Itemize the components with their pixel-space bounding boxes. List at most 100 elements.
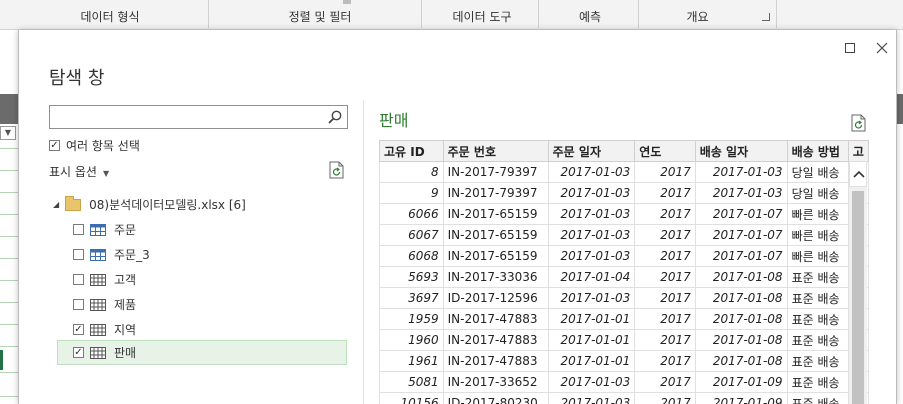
table-row: 3697 ID-2017-12596 2017-01-03 2017 2017-01-0…	[379, 287, 869, 309]
table-cell: 2017	[634, 392, 696, 404]
table-cell: 빠른 배송	[786, 245, 849, 267]
table-cell: 2017-01-08	[694, 350, 788, 372]
table-cell: 2017-01-04	[547, 266, 636, 288]
vertical-scrollbar[interactable]	[849, 161, 867, 404]
tree-item-products[interactable]: 제품	[73, 292, 351, 317]
tree-item-orders-3[interactable]: 주문_3	[73, 242, 351, 267]
scroll-up-button[interactable]	[849, 161, 867, 187]
table-cell: 2017-01-01	[547, 350, 636, 372]
sheet-background-left: ▼	[0, 30, 18, 404]
table-cell: 2017-01-03	[547, 287, 636, 309]
refresh-preview-icon[interactable]	[851, 114, 867, 132]
table-cell: 10156	[379, 392, 444, 404]
pane-divider[interactable]	[363, 100, 364, 404]
item-checkbox[interactable]	[73, 324, 84, 335]
refresh-icon[interactable]	[329, 161, 345, 179]
table-cell: 2017-01-08	[694, 308, 788, 330]
table-cell: 빠른 배송	[786, 224, 849, 246]
table-cell: IN-2017-33036	[442, 266, 549, 288]
table-cell: 2017	[634, 182, 696, 204]
ribbon-separator	[538, 0, 539, 28]
table-cell: IN-2017-33652	[442, 371, 549, 393]
column-header[interactable]: 배송 방법	[786, 140, 849, 162]
scroll-thumb[interactable]	[852, 191, 864, 404]
table-cell: 2017-01-07	[694, 224, 788, 246]
table-row: 6066 IN-2017-65159 2017-01-03 2017 2017-01-0…	[379, 203, 869, 225]
column-header[interactable]: 연도	[634, 140, 696, 162]
filter-dropdown-icon[interactable]: ▼	[0, 126, 16, 140]
table-cell: IN-2017-79397	[442, 161, 549, 183]
table-cell: 2017-01-01	[547, 329, 636, 351]
table-cell: 빠른 배송	[786, 203, 849, 225]
selected-cell-edge	[0, 350, 3, 370]
table-cell: 당일 배송	[786, 182, 849, 204]
item-checkbox[interactable]	[73, 249, 84, 260]
table-cell: 2017-01-03	[694, 161, 788, 183]
chevron-down-icon: ▼	[102, 169, 110, 178]
collapse-arrow-icon[interactable]: ◢	[53, 200, 59, 209]
grid-header-row: 고유 ID 주문 번호 주문 일자 연도 배송 일자 배송 방법 고	[379, 140, 869, 162]
maximize-button[interactable]	[839, 38, 861, 58]
item-label: 판매	[114, 346, 137, 360]
search-icon[interactable]	[327, 109, 343, 125]
excel-ribbon: 데이터 형식 정렬 및 필터 데이터 도구 예측 개요	[0, 0, 903, 30]
table-cell: 2017-01-03	[547, 182, 636, 204]
item-checkbox[interactable]	[73, 347, 84, 358]
tree-item-sales[interactable]: 판매	[57, 340, 347, 365]
ribbon-separator	[208, 0, 209, 28]
dialog-launcher-icon[interactable]	[762, 13, 770, 21]
table-cell: 5081	[379, 371, 444, 393]
table-cell: 표준 배송	[786, 392, 849, 404]
close-icon	[876, 42, 888, 54]
item-checkbox[interactable]	[73, 274, 84, 285]
column-header[interactable]: 주문 일자	[547, 140, 636, 162]
sheet-icon	[90, 323, 106, 336]
table-cell: 2017	[634, 308, 696, 330]
multi-select-label: 여러 항목 선택	[66, 139, 140, 153]
table-row: 1961 IN-2017-47883 2017-01-01 2017 2017-01-0…	[379, 350, 869, 372]
column-header[interactable]: 고유 ID	[379, 140, 444, 162]
item-checkbox[interactable]	[73, 224, 84, 235]
table-cell: 2017-01-03	[547, 245, 636, 267]
table-cell: 2017	[634, 245, 696, 267]
tree-root-workbook[interactable]: ◢ 08)분석데이터모델링.xlsx [6]	[53, 192, 246, 217]
display-options-label: 표시 옵션	[49, 165, 97, 179]
table-cell: 2017	[634, 371, 696, 393]
table-row: 5081 IN-2017-33652 2017-01-03 2017 2017-01-0…	[379, 371, 869, 393]
search-field[interactable]	[49, 105, 348, 129]
table-cell: 2017	[634, 266, 696, 288]
item-checkbox[interactable]	[73, 299, 84, 310]
multi-select-option[interactable]: 여러 항목 선택	[49, 137, 140, 154]
item-label: 주문_3	[114, 248, 150, 262]
search-input[interactable]	[52, 108, 322, 126]
tree-item-customers[interactable]: 고객	[73, 267, 351, 292]
maximize-icon	[845, 43, 855, 53]
sheet-header-strip	[0, 94, 18, 124]
table-cell: 2017-01-09	[694, 371, 788, 393]
sheet-icon	[90, 298, 106, 311]
column-header[interactable]: 배송 일자	[694, 140, 788, 162]
table-cell: IN-2017-47883	[442, 308, 549, 330]
table-cell: 2017	[634, 287, 696, 309]
preview-title: 판매	[379, 111, 409, 130]
ribbon-button-edge	[343, 0, 351, 4]
tree-item-orders[interactable]: 주문	[73, 217, 351, 242]
navigator-dialog: 탐색 창 여러 항목 선택 표시 옵션 ▼ ◢ 08)분석데이터모델링.xlsx …	[18, 30, 897, 404]
column-header[interactable]: 고	[847, 140, 869, 162]
sheet-icon	[90, 346, 106, 359]
table-cell: IN-2017-65159	[442, 224, 549, 246]
table-cell: 1961	[379, 350, 444, 372]
ribbon-group-data-tools: 데이터 도구	[452, 10, 512, 24]
tree-item-region[interactable]: 지역	[73, 317, 351, 342]
table-cell: 2017	[634, 350, 696, 372]
close-button[interactable]	[871, 38, 893, 58]
table-cell: IN-2017-79397	[442, 182, 549, 204]
table-row: 8 IN-2017-79397 2017-01-03 2017 2017-01-03 당일…	[379, 161, 869, 183]
table-cell: ID-2017-80230	[442, 392, 549, 404]
table-cell: 2017-01-07	[694, 245, 788, 267]
display-options-dropdown[interactable]: 표시 옵션 ▼	[49, 163, 109, 180]
ribbon-group-sort-filter: 정렬 및 필터	[288, 10, 352, 24]
column-header[interactable]: 주문 번호	[442, 140, 549, 162]
workbook-label: 08)분석데이터모델링.xlsx [6]	[89, 198, 246, 212]
multi-select-checkbox[interactable]	[49, 140, 60, 151]
